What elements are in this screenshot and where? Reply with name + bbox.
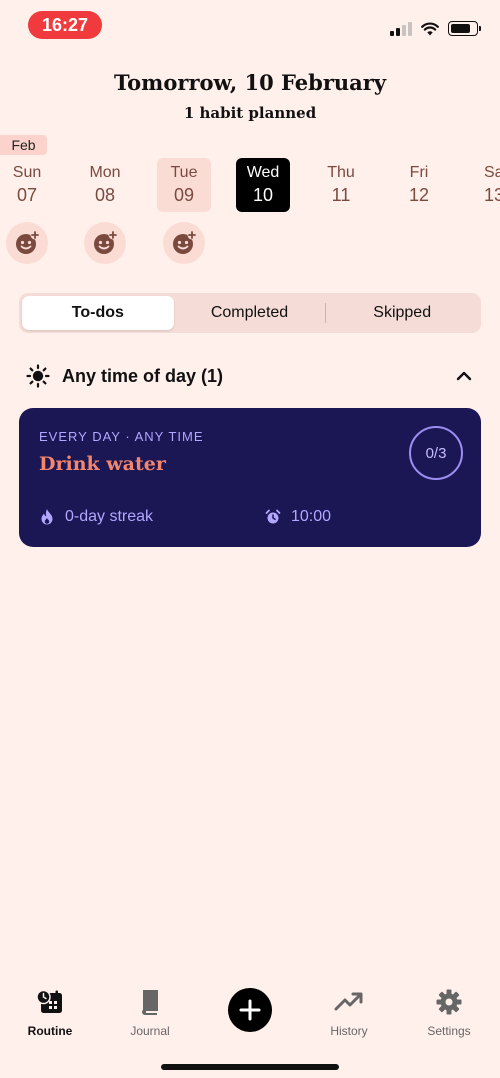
day-name: Mon xyxy=(89,164,121,181)
reminder-time: 10:00 xyxy=(291,508,332,525)
habit-schedule: EVERY DAY · ANY TIME xyxy=(39,429,204,444)
day-date: 13 xyxy=(484,185,500,205)
habit-streak: 0-day streak xyxy=(39,508,153,526)
day-name: Tue xyxy=(170,164,198,181)
status-icons xyxy=(390,21,481,36)
cellular-signal-icon xyxy=(390,21,412,36)
calendar-day-thu[interactable]: Thu 11 xyxy=(314,158,368,212)
nav-journal[interactable]: Journal xyxy=(105,988,195,1038)
habit-card-drink-water[interactable]: EVERY DAY · ANY TIME Drink water 0/3 0-d… xyxy=(19,408,481,547)
flame-icon xyxy=(41,509,53,525)
tab-todos[interactable]: To-dos xyxy=(22,296,174,330)
habits-planned-count: 1 habit planned xyxy=(183,104,317,122)
calendar-day-fri[interactable]: Fri 12 xyxy=(392,158,446,212)
add-mood-icon xyxy=(94,230,118,254)
day-name: Fri xyxy=(409,164,429,181)
habit-reminder: 10:00 xyxy=(265,508,331,526)
plus-icon xyxy=(239,999,261,1021)
add-habit-button[interactable] xyxy=(228,988,272,1032)
add-mood-icon xyxy=(16,230,40,254)
tab-skipped[interactable]: Skipped xyxy=(326,296,478,330)
day-name: Wed xyxy=(246,164,280,181)
section-any-time-of-day[interactable]: Any time of day (1) xyxy=(26,362,474,390)
wifi-icon xyxy=(421,22,439,35)
nav-history-label: History xyxy=(330,1024,368,1038)
routine-screen: 16:27 Tomorrow, 10 February 1 habit plan… xyxy=(0,0,500,1078)
nav-routine[interactable]: Routine xyxy=(5,988,95,1038)
alarm-clock-icon xyxy=(265,509,281,524)
month-label: Feb xyxy=(0,135,47,155)
streak-label: 0-day streak xyxy=(65,508,154,525)
add-mood-icon xyxy=(173,230,197,254)
day-name: Thu xyxy=(327,164,355,181)
day-date: 07 xyxy=(16,185,38,205)
nav-history[interactable]: History xyxy=(304,988,394,1038)
day-date: 09 xyxy=(173,185,195,205)
gear-icon xyxy=(436,989,462,1015)
habit-status-tabs: To-dos Completed Skipped xyxy=(19,293,481,333)
habit-progress-button[interactable]: 0/3 xyxy=(409,426,463,480)
add-mood-button-tue[interactable] xyxy=(163,222,205,264)
sun-icon xyxy=(26,364,50,388)
home-indicator[interactable] xyxy=(161,1064,339,1070)
page-title: Tomorrow, 10 February xyxy=(113,70,387,95)
nav-journal-label: Journal xyxy=(130,1024,170,1038)
calendar-day-mon[interactable]: Mon 08 xyxy=(78,158,132,212)
add-mood-button-sun[interactable] xyxy=(6,222,48,264)
routine-calendar-icon xyxy=(36,989,62,1013)
battery-icon xyxy=(448,21,481,36)
status-time: 16:27 xyxy=(28,11,102,39)
chevron-up-icon[interactable] xyxy=(454,366,474,386)
tab-completed[interactable]: Completed xyxy=(174,296,326,330)
day-date: 12 xyxy=(408,185,430,205)
nav-routine-label: Routine xyxy=(27,1024,73,1038)
day-date: 11 xyxy=(331,185,351,205)
add-mood-button-mon[interactable] xyxy=(84,222,126,264)
trending-up-icon xyxy=(334,992,363,1011)
day-name: Sun xyxy=(12,164,42,181)
section-title: Any time of day (1) xyxy=(62,365,224,386)
calendar-day-sun[interactable]: Sun 07 xyxy=(0,158,54,212)
journal-book-icon xyxy=(142,990,158,1015)
calendar-day-wed[interactable]: Wed 10 xyxy=(236,158,290,212)
day-name: Sat xyxy=(484,164,500,181)
calendar-day-tue[interactable]: Tue 09 xyxy=(157,158,211,212)
nav-settings[interactable]: Settings xyxy=(404,988,494,1038)
habit-title: Drink water xyxy=(39,453,166,475)
day-date: 08 xyxy=(94,185,116,205)
calendar-day-sat[interactable]: Sat 13 xyxy=(460,158,500,212)
nav-settings-label: Settings xyxy=(427,1024,471,1038)
day-date: 10 xyxy=(252,185,274,205)
